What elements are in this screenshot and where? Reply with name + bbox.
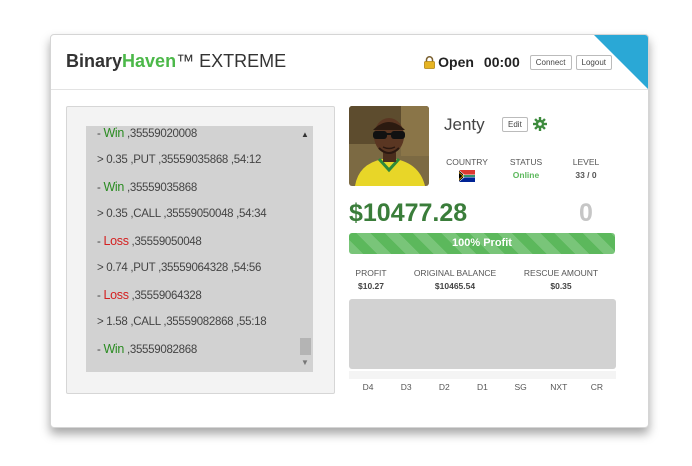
log-line-prefix: > 0.35 ,CALL ,35559050048 ,54:34 bbox=[97, 208, 267, 220]
status-label: STATUS bbox=[509, 157, 543, 167]
log-line-contract-id: ,35559050048 bbox=[128, 236, 202, 248]
profit-value: $10.27 bbox=[358, 281, 384, 291]
chart-step-labels: D4 D3 D2 D1 SG NXT CR bbox=[349, 382, 616, 392]
log-line-prefix: > 1.58 ,CALL ,35559082868 ,55:18 bbox=[97, 316, 267, 328]
log-line: > 0.35 ,PUT ,35559035868 ,54:12 bbox=[97, 147, 297, 174]
header-bar: BinaryHaven™ EXTREME Open 00:00 Connect … bbox=[51, 35, 648, 90]
log-line: > 1.58 ,CALL ,35559082868 ,55:18 bbox=[97, 309, 297, 336]
win-tag: Win bbox=[103, 342, 125, 356]
connect-button[interactable]: Connect bbox=[529, 54, 572, 70]
log-line: > 0.74 ,PUT ,35559064328 ,54:56 bbox=[97, 255, 297, 282]
status-stat: STATUS Online bbox=[503, 157, 549, 180]
rescue-amount-label: RESCUE AMOUNT bbox=[523, 268, 599, 278]
profile-name: Jenty bbox=[444, 115, 485, 134]
chart-step-label: SG bbox=[514, 382, 527, 392]
martingale-chart-area bbox=[349, 299, 616, 369]
log-line-prefix: > 0.35 ,PUT ,35559035868 ,54:12 bbox=[97, 154, 262, 166]
chart-baseline bbox=[349, 371, 616, 379]
log-line-contract-id: ,35559035868 bbox=[124, 182, 197, 194]
lock-icon bbox=[424, 55, 436, 69]
win-tag: Win bbox=[103, 126, 125, 140]
log-line: - Win ,35559082868 bbox=[97, 336, 297, 363]
chart-step-label: CR bbox=[590, 382, 604, 392]
avatar bbox=[349, 106, 429, 186]
rescue-amount-summary: RESCUE AMOUNT $0.35 bbox=[516, 268, 606, 291]
brand-name-part1: Binary bbox=[66, 51, 123, 71]
brand-logo: BinaryHaven™ EXTREME bbox=[66, 51, 286, 72]
south-africa-flag-icon bbox=[459, 170, 475, 182]
edit-profile-button[interactable]: Edit bbox=[502, 117, 528, 132]
chart-step-label: NXT bbox=[550, 382, 568, 392]
profit-summary: PROFIT $10.27 bbox=[349, 268, 393, 291]
original-balance-label: ORIGINAL BALANCE bbox=[413, 268, 497, 278]
scroll-thumb[interactable] bbox=[300, 338, 311, 355]
log-line-prefix: > 0.74 ,PUT ,35559064328 ,54:56 bbox=[97, 262, 262, 274]
trade-log-panel: - Win ,35559020008 > 0.35 ,PUT ,355590358… bbox=[66, 106, 335, 394]
trade-log-lines: - Win ,35559020008 > 0.35 ,PUT ,355590358… bbox=[97, 126, 297, 363]
log-line: - Loss ,35559064328 bbox=[97, 282, 297, 309]
status-value: Online bbox=[512, 170, 540, 180]
log-line: - Loss ,35559050048 bbox=[97, 228, 297, 255]
brand-name-part2: Haven bbox=[122, 51, 177, 71]
main-card: BinaryHaven™ EXTREME Open 00:00 Connect … bbox=[50, 34, 649, 428]
country-label: COUNTRY bbox=[446, 157, 488, 167]
connection-status-area: Open 00:00 Connect Logout bbox=[424, 54, 612, 70]
log-line-contract-id: ,35559064328 bbox=[128, 290, 202, 302]
chart-step-label: D4 bbox=[362, 382, 374, 392]
chart-step-label: D3 bbox=[400, 382, 412, 392]
chart-step-label: D2 bbox=[438, 382, 450, 392]
profit-progress-bar: 100% Profit bbox=[349, 233, 615, 254]
countdown-timer: 00:00 bbox=[483, 54, 520, 70]
log-line: - Win ,35559035868 bbox=[97, 174, 297, 201]
level-label: LEVEL bbox=[572, 157, 600, 167]
win-tag: Win bbox=[103, 180, 125, 194]
account-balance: $10477.28 bbox=[349, 199, 468, 227]
scroll-up-arrow-icon[interactable]: ▲ bbox=[301, 130, 309, 139]
log-scrollbar[interactable]: ▲ ▼ bbox=[298, 126, 313, 372]
gear-icon[interactable] bbox=[533, 117, 547, 131]
profit-label: PROFIT bbox=[355, 268, 387, 278]
corner-ribbon bbox=[593, 35, 648, 90]
loss-tag: Loss bbox=[103, 288, 129, 302]
level-value: 33 / 0 bbox=[575, 170, 597, 180]
original-balance-summary: ORIGINAL BALANCE $10465.54 bbox=[405, 268, 505, 291]
log-line-contract-id: ,35559082868 bbox=[124, 344, 197, 356]
original-balance-value: $10465.54 bbox=[434, 281, 476, 291]
log-line: - Win ,35559020008 bbox=[97, 126, 297, 147]
level-stat: LEVEL 33 / 0 bbox=[563, 157, 609, 180]
trade-log-box[interactable]: - Win ,35559020008 > 0.35 ,PUT ,355590358… bbox=[86, 126, 313, 372]
chart-step-label: D1 bbox=[477, 382, 488, 392]
avatar-photo bbox=[349, 106, 429, 186]
log-line: > 0.35 ,CALL ,35559050048 ,54:34 bbox=[97, 201, 297, 228]
market-status-label: Open bbox=[438, 54, 474, 70]
counter-value: 0 bbox=[579, 199, 593, 227]
loss-tag: Loss bbox=[103, 234, 129, 248]
brand-name-part3: ™ EXTREME bbox=[176, 51, 287, 71]
scroll-down-arrow-icon[interactable]: ▼ bbox=[301, 358, 309, 367]
rescue-amount-value: $0.35 bbox=[550, 281, 572, 291]
profit-progress-label: 100% Profit bbox=[452, 237, 512, 249]
country-stat: COUNTRY bbox=[444, 157, 490, 182]
log-line-contract-id: ,35559020008 bbox=[124, 128, 197, 140]
